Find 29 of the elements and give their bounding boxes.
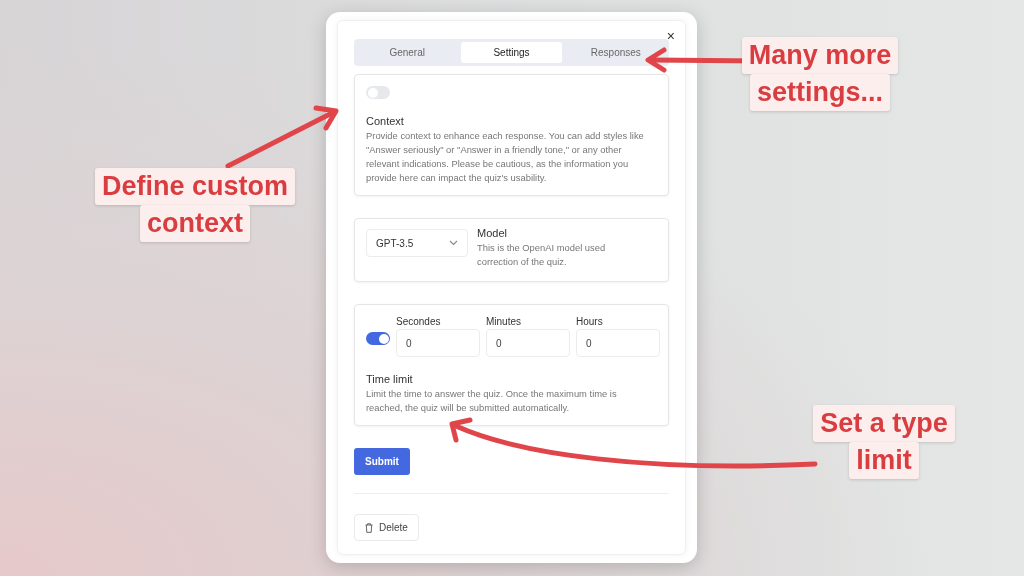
number-input[interactable]: 0 <box>396 329 480 357</box>
annotation-label: limit <box>849 442 919 479</box>
setting-description: Limit the time to answer the quiz. Once the maximum time is reached, the quiz will be submitted automatically. <box>366 387 618 415</box>
tab[interactable]: Responses <box>565 42 666 63</box>
tab[interactable]: Settings <box>461 42 562 63</box>
toggle-switch[interactable] <box>366 332 390 345</box>
submit-button[interactable]: Submit <box>354 448 410 475</box>
field-label: Minutes <box>486 316 522 327</box>
setting-description: This is the OpenAI model used correction of the quiz. <box>477 241 607 269</box>
trash-icon <box>365 522 373 533</box>
tab[interactable]: General <box>357 42 458 63</box>
field-label: Secondes <box>396 316 442 327</box>
annotation-label: context <box>140 205 250 242</box>
toggle-switch[interactable] <box>366 86 390 99</box>
number-input[interactable]: 0 <box>486 329 570 357</box>
chevron-down-icon <box>449 240 458 246</box>
annotation-label: Many more <box>741 37 899 74</box>
annotation-label: Set a type <box>813 405 955 442</box>
model-select[interactable]: GPT-3.5 <box>366 229 468 257</box>
annotation-label: settings... <box>750 74 890 111</box>
setting-description: Provide context to enhance each response. You can add styles like "Answer seriously" or "Answer in a friendly tone," or any other relevant indications. Please be cautious, as the information you provide here can impact the quiz's usability. <box>366 129 645 185</box>
delete-button[interactable]: Delete <box>354 514 419 541</box>
close-button[interactable]: × <box>666 29 675 43</box>
number-input[interactable]: 0 <box>576 329 660 357</box>
setting-title: Time limit <box>366 373 414 385</box>
field-label: Hours <box>576 316 604 327</box>
setting-title: Model <box>477 227 508 239</box>
setting-title: Context <box>366 115 405 127</box>
annotation-label: Define custom <box>94 168 295 205</box>
